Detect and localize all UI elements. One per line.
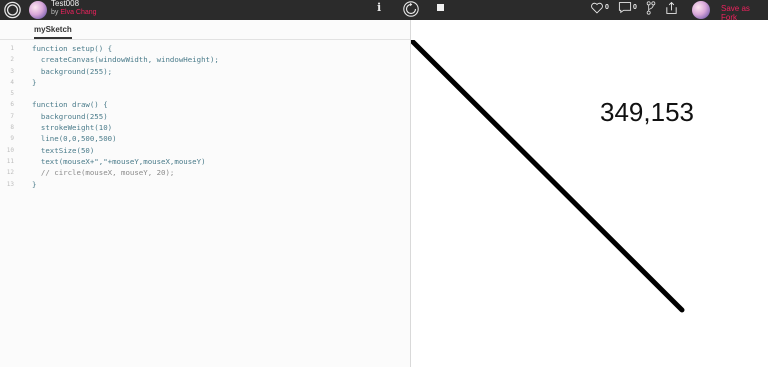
stop-icon[interactable]: [437, 4, 444, 11]
sketch-title-block: Test008 by Elva Chang: [51, 0, 97, 16]
code-text[interactable]: }: [32, 78, 36, 87]
line-number: 10: [6, 146, 14, 154]
line-number: 8: [10, 124, 14, 132]
line-number: 12: [6, 169, 14, 177]
code-line[interactable]: 9 line(0,0,500,500): [0, 134, 410, 145]
code-text[interactable]: text(mouseX+","+mouseY,mouseX,mouseY): [32, 157, 206, 166]
author-link[interactable]: Elva Chang: [60, 9, 96, 16]
code-line[interactable]: 4}: [0, 78, 410, 89]
code-text[interactable]: background(255);: [32, 67, 112, 76]
code-text[interactable]: function setup() {: [32, 44, 112, 53]
code-line[interactable]: 5: [0, 89, 410, 100]
comment-icon[interactable]: [618, 1, 632, 14]
code-text[interactable]: line(0,0,500,500): [32, 134, 117, 143]
replay-icon[interactable]: [402, 0, 420, 18]
code-text[interactable]: strokeWeight(10): [32, 123, 112, 132]
fork-icon[interactable]: [646, 1, 656, 15]
code-line[interactable]: 12 // circle(mouseX, mouseY, 20);: [0, 168, 410, 179]
info-icon[interactable]: i: [377, 1, 381, 14]
line-number: 7: [10, 112, 14, 120]
canvas-drawing: [411, 40, 685, 313]
sketch-title[interactable]: Test008: [51, 0, 97, 8]
line-number: 2: [10, 56, 14, 64]
code-line[interactable]: 3 background(255);: [0, 67, 410, 78]
line-number: 13: [6, 180, 14, 188]
line-number: 1: [10, 45, 14, 52]
code-line[interactable]: 7 background(255): [0, 112, 410, 123]
code-line[interactable]: 2 createCanvas(windowWidth, windowHeight…: [0, 55, 410, 66]
share-icon[interactable]: [665, 1, 678, 15]
tab-mysketch[interactable]: mySketch: [34, 25, 72, 39]
code-line[interactable]: 13}: [0, 180, 410, 191]
code-text[interactable]: }: [32, 180, 36, 189]
heart-icon[interactable]: [590, 1, 604, 15]
code-text[interactable]: background(255): [32, 112, 108, 121]
line-number: 4: [10, 78, 14, 86]
sketch-canvas[interactable]: 349,153: [411, 40, 768, 367]
code-line[interactable]: 1 function setup() {: [0, 44, 410, 55]
code-line[interactable]: 6 function draw() {: [0, 100, 410, 111]
comment-count: 0: [633, 4, 637, 11]
code-editor[interactable]: mySketch 1 function setup() { 2 createCanv…: [0, 20, 410, 367]
file-tab-bar: mySketch: [0, 20, 410, 40]
user-avatar[interactable]: [692, 1, 710, 19]
code-text[interactable]: // circle(mouseX, mouseY, 20);: [32, 168, 175, 177]
line-number: 11: [6, 157, 14, 165]
code-text[interactable]: createCanvas(windowWidth, windowHeight);: [32, 55, 219, 64]
save-as-fork-button[interactable]: Save as Fork: [721, 4, 768, 22]
heart-count: 0: [605, 4, 609, 11]
line-number: 3: [10, 67, 14, 75]
code-text[interactable]: textSize(50): [32, 146, 94, 155]
top-bar: Test008 by Elva Chang i 0 0 Save as Fork: [0, 0, 768, 22]
drawn-line: [411, 40, 685, 313]
line-number: 9: [10, 135, 14, 143]
code-area[interactable]: 1 function setup() { 2 createCanvas(window…: [0, 44, 410, 191]
code-text[interactable]: function draw() {: [32, 100, 108, 109]
byline-prefix: by: [51, 9, 59, 16]
byline: by Elva Chang: [51, 9, 97, 16]
line-number: 5: [10, 90, 14, 98]
code-line[interactable]: 11 text(mouseX+","+mouseY,mouseX,mouseY): [0, 157, 410, 168]
author-avatar[interactable]: [29, 1, 47, 19]
mouse-coordinate-text: 349,153: [600, 97, 694, 127]
code-line[interactable]: 8 strokeWeight(10): [0, 123, 410, 134]
code-line[interactable]: 10 textSize(50): [0, 146, 410, 157]
line-number: 6: [10, 101, 14, 109]
p5-logo-icon[interactable]: [3, 1, 22, 19]
